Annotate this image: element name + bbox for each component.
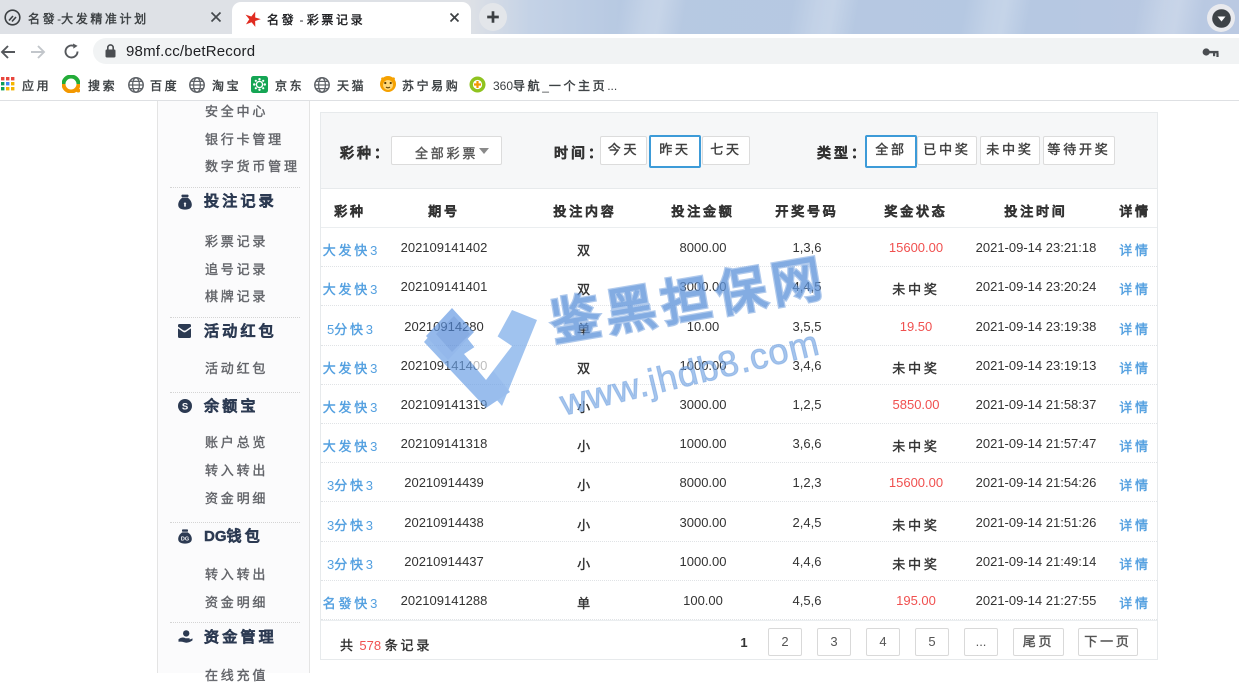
svg-text:S: S xyxy=(182,401,188,412)
svg-text:DG: DG xyxy=(181,537,189,543)
